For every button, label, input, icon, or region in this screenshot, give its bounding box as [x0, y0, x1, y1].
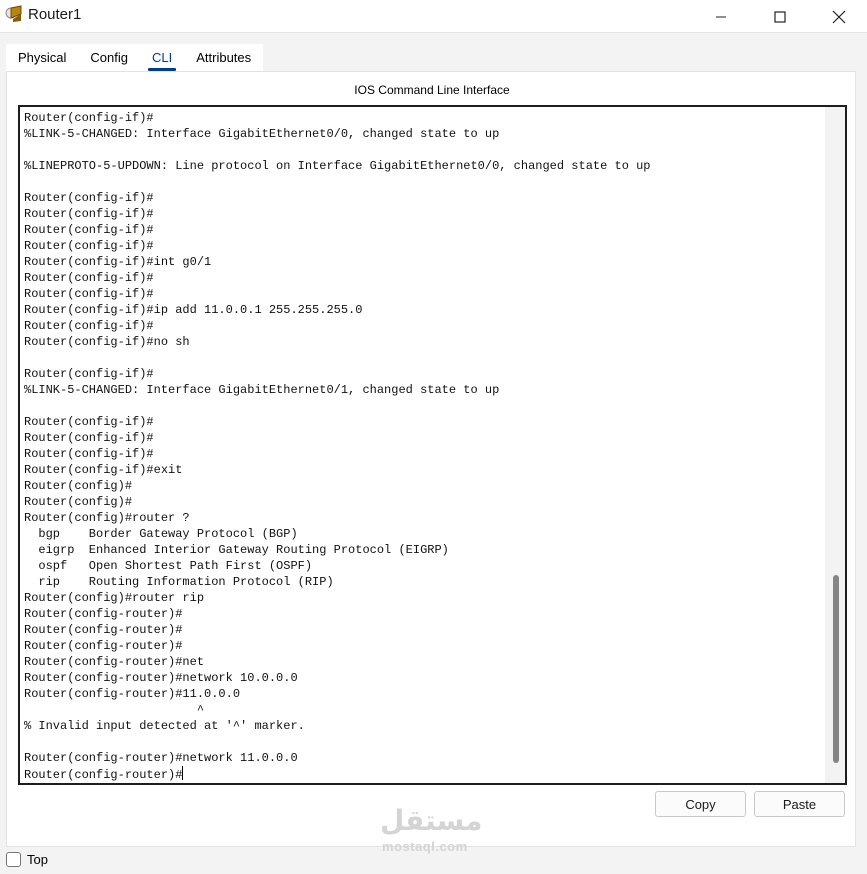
top-checkbox-row[interactable]: Top: [6, 852, 48, 867]
title-bar: Router1: [0, 0, 867, 33]
close-icon: [832, 10, 846, 23]
maximize-icon: [774, 10, 786, 23]
minimize-button[interactable]: [693, 0, 749, 33]
text-cursor: [182, 766, 184, 780]
scrollbar-thumb[interactable]: [833, 575, 839, 763]
tab-attributes[interactable]: Attributes: [184, 44, 264, 71]
paste-button[interactable]: Paste: [754, 791, 845, 817]
tab-cli[interactable]: CLI: [140, 44, 185, 71]
top-checkbox[interactable]: [6, 852, 21, 867]
copy-button[interactable]: Copy: [655, 791, 746, 817]
router-app-icon: [5, 5, 22, 22]
minimize-icon: [716, 16, 726, 17]
terminal-output[interactable]: Router(config-if)# %LINK-5-CHANGED: Inte…: [24, 111, 651, 782]
window-title: Router1: [28, 6, 82, 23]
maximize-button[interactable]: [752, 0, 808, 33]
tab-physical[interactable]: Physical: [6, 44, 79, 71]
vertical-scrollbar[interactable]: [825, 107, 845, 783]
tab-config[interactable]: Config: [78, 44, 140, 71]
cli-panel: IOS Command Line Interface Router(config…: [6, 71, 856, 847]
panel-title: IOS Command Line Interface: [354, 83, 510, 97]
close-button[interactable]: [811, 0, 867, 33]
cli-terminal[interactable]: Router(config-if)# %LINK-5-CHANGED: Inte…: [18, 105, 847, 785]
top-label: Top: [27, 852, 48, 867]
tab-bar: Physical Config CLI Attributes: [6, 44, 264, 72]
